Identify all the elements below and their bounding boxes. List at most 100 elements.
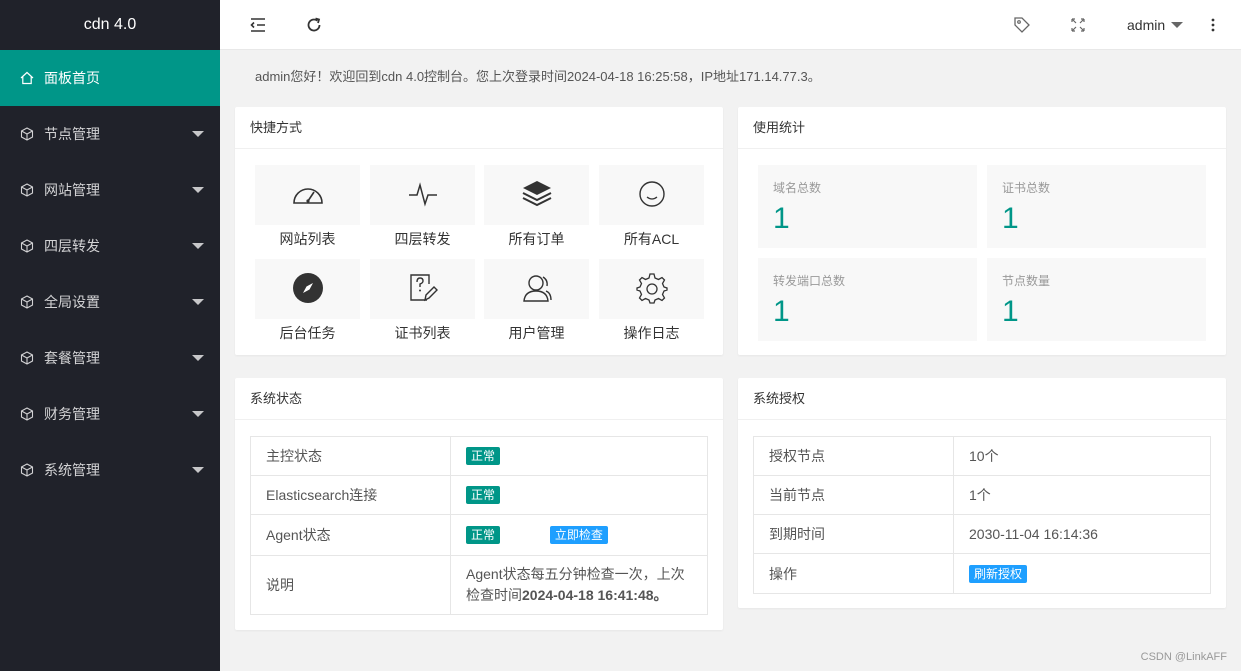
face-icon [638,180,666,211]
row-label: 主控状态 [250,436,451,476]
more-icon[interactable] [1203,15,1223,35]
status-badge: 正常 [466,526,501,544]
cube-icon [20,127,34,141]
shortcut-label: 用户管理 [508,325,565,341]
license-card: 系统授权 授权节点 10个 当前节点 1个 到期时间 2030-11-04 16… [738,378,1226,608]
shortcut-all-acl[interactable]: 所有ACL [599,165,704,248]
caret-down-icon [192,299,204,305]
stat-certs: 证书总数 1 [987,165,1206,248]
refresh-icon[interactable] [304,15,324,35]
sidebar-item-websites[interactable]: 网站管理 [0,162,220,218]
stat-value: 1 [1002,202,1019,235]
shortcut-cert-list[interactable]: 证书列表 [370,259,475,342]
cube-icon [20,463,34,477]
welcome-message: admin您好！欢迎回到cdn 4.0控制台。您上次登录时间2024-04-18… [255,69,821,84]
cube-icon [20,239,34,253]
dashboard-icon [291,179,325,212]
check-now-button[interactable]: 立即检查 [549,526,608,544]
shortcut-user-management[interactable]: 用户管理 [484,259,589,342]
row-label: 操作 [753,553,954,594]
system-status-table: 主控状态 正常 Elasticsearch连接 正常 Agent状态 正常 立即… [250,436,708,615]
status-badge: 正常 [466,486,501,504]
status-badge: 正常 [466,447,501,465]
table-row: 主控状态 正常 [250,436,708,476]
stat-value: 1 [773,295,790,328]
card-title: 使用统计 [738,107,1226,149]
sidebar-item-system[interactable]: 系统管理 [0,442,220,498]
sidebar-item-l4-forward[interactable]: 四层转发 [0,218,220,274]
shortcuts-card: 快捷方式 网站列表 四层转发 所有订单 所有ACL 后台任务 证书列表 用户管理… [235,107,723,355]
cube-icon [20,407,34,421]
pulse-icon [408,180,438,211]
cube-icon [20,351,34,365]
table-row: Elasticsearch连接 正常 [250,475,708,515]
row-value: 10个 [953,436,1211,476]
caret-down-icon [192,467,204,473]
sidebar-item-label: 面板首页 [44,70,100,86]
sidebar-item-label: 系统管理 [44,462,100,478]
table-row: 授权节点 10个 [753,436,1211,476]
caret-down-icon [192,131,204,137]
shortcut-all-orders[interactable]: 所有订单 [484,165,589,248]
sidebar-item-dashboard[interactable]: 面板首页 [0,50,220,106]
shortcut-website-list[interactable]: 网站列表 [255,165,360,248]
home-icon [20,71,34,85]
app-logo: cdn 4.0 [83,16,137,33]
sidebar-item-label: 四层转发 [44,238,100,254]
cube-icon [20,183,34,197]
card-title: 系统状态 [235,378,723,420]
fullscreen-icon[interactable] [1068,15,1088,35]
row-label: Agent状态 [250,514,451,556]
sidebar-item-label: 节点管理 [44,126,100,142]
sidebar-item-nodes[interactable]: 节点管理 [0,106,220,162]
user-icon [521,272,553,307]
edit-icon [407,272,439,307]
stat-label: 转发端口总数 [773,274,846,288]
caret-down-icon [192,187,204,193]
cube-icon [20,295,34,309]
compass-icon [292,272,324,307]
layers-icon [521,179,553,212]
row-label: 到期时间 [753,514,954,554]
refresh-license-button[interactable]: 刷新授权 [969,564,1028,583]
user-menu[interactable]: admin [1127,17,1184,33]
shortcut-label: 后台任务 [279,325,336,341]
table-row: Agent状态 正常 立即检查 [250,514,708,556]
stat-value: 1 [773,202,790,235]
shortcut-l4-forward[interactable]: 四层转发 [370,165,475,248]
row-value: 2030-11-04 16:14:36 [953,514,1211,554]
collapse-menu-icon[interactable] [248,15,268,35]
row-label: Elasticsearch连接 [250,475,451,515]
shortcut-label: 网站列表 [279,231,336,247]
caret-down-icon [192,243,204,249]
sidebar-item-label: 套餐管理 [44,350,100,366]
system-status-card: 系统状态 主控状态 正常 Elasticsearch连接 正常 Agent状态 … [235,378,723,630]
table-row: 到期时间 2030-11-04 16:14:36 [753,514,1211,554]
sidebar-item-global-settings[interactable]: 全局设置 [0,274,220,330]
sidebar-item-label: 网站管理 [44,182,100,198]
shortcut-background-tasks[interactable]: 后台任务 [255,259,360,342]
shortcut-operation-log[interactable]: 操作日志 [599,259,704,342]
gear-icon [635,272,668,307]
stat-nodes: 节点数量 1 [987,258,1206,341]
tag-icon[interactable] [1012,15,1032,35]
sidebar: cdn 4.0 面板首页 节点管理 网站管理 四层转发 全局设置 套餐管理 财务… [0,0,220,671]
shortcut-label: 所有ACL [623,231,680,247]
row-label: 当前节点 [753,475,954,515]
table-row: 说明 Agent状态每五分钟检查一次，上次检查时间2024-04-18 16:4… [250,555,708,615]
top-header: admin [220,0,1241,50]
shortcut-label: 证书列表 [394,325,451,341]
stat-value: 1 [1002,295,1019,328]
stat-label: 域名总数 [773,181,822,195]
stat-forward-ports: 转发端口总数 1 [758,258,977,341]
stat-label: 证书总数 [1002,181,1051,195]
table-row: 操作 刷新授权 [753,553,1211,594]
stat-domains: 域名总数 1 [758,165,977,248]
card-title: 系统授权 [738,378,1226,420]
sidebar-item-finance[interactable]: 财务管理 [0,386,220,442]
sidebar-item-label: 全局设置 [44,294,100,310]
sidebar-item-plans[interactable]: 套餐管理 [0,330,220,386]
user-name: admin [1127,17,1166,33]
caret-down-icon [192,355,204,361]
shortcut-label: 四层转发 [394,231,451,247]
